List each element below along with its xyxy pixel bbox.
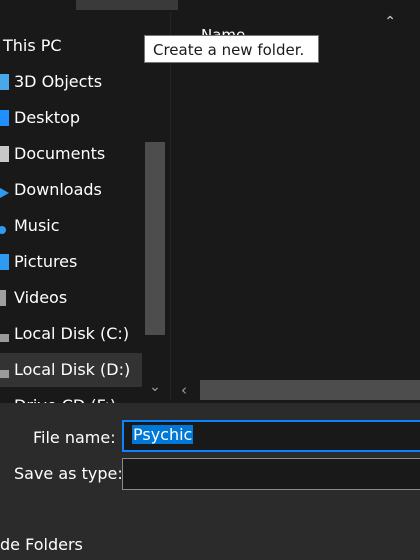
nav-item-local-disk-c[interactable]: Local Disk (C:) xyxy=(0,317,142,351)
file-list: Name ⌃ ‹ xyxy=(170,12,420,400)
download-arrow-icon xyxy=(0,182,9,198)
nav-item-downloads[interactable]: Downloads xyxy=(0,173,142,207)
nav-item-label: Videos xyxy=(14,288,68,307)
nav-scrollbar-thumb[interactable] xyxy=(145,142,165,335)
documents-icon xyxy=(0,146,9,162)
pictures-icon xyxy=(0,254,9,270)
chevron-up-icon: ⌃ xyxy=(384,14,396,30)
chevron-down-icon[interactable]: ⌄ xyxy=(148,380,162,394)
nav-item-videos[interactable]: Videos xyxy=(0,281,142,315)
nav-item-label: Music xyxy=(14,216,60,235)
horizontal-scrollbar[interactable]: ‹ xyxy=(171,380,420,400)
drive-icon xyxy=(0,370,9,378)
hide-folders-button[interactable]: de Folders xyxy=(0,535,83,554)
file-name-field[interactable]: Psychic xyxy=(122,420,420,452)
file-name-label: File name: xyxy=(33,428,116,447)
save-as-type-label: Save as type: xyxy=(14,464,123,483)
nav-item-label: Pictures xyxy=(14,252,78,271)
nav-item-music[interactable]: Music xyxy=(0,209,142,243)
nav-item-documents[interactable]: Documents xyxy=(0,137,142,171)
nav-item-label: Local Disk (C:) xyxy=(14,324,130,343)
nav-item-desktop[interactable]: Desktop xyxy=(0,101,142,135)
nav-item-pictures[interactable]: Pictures xyxy=(0,245,142,279)
nav-item-this-pc[interactable]: This PC xyxy=(0,29,142,63)
top-scrollbar-thumb[interactable] xyxy=(76,0,178,10)
save-as-type-select[interactable] xyxy=(122,458,420,490)
nav-scrollbar[interactable]: ⌄ xyxy=(144,12,166,400)
save-form: File name: Psychic Save as type: de Fold… xyxy=(0,403,420,560)
chevron-left-icon[interactable]: ‹ xyxy=(181,381,187,399)
nav-item-3d-objects[interactable]: 3D Objects xyxy=(0,65,142,99)
new-folder-tooltip: Create a new folder. xyxy=(144,35,319,63)
nav-item-label: 3D Objects xyxy=(14,72,103,91)
cube-icon xyxy=(0,74,9,90)
nav-item-label: This PC xyxy=(3,36,62,55)
nav-item-local-disk-d[interactable]: Local Disk (D:) xyxy=(0,353,142,387)
horizontal-scrollbar-thumb[interactable] xyxy=(200,380,420,400)
nav-item-label: Downloads xyxy=(14,180,102,199)
videos-icon xyxy=(0,290,6,306)
file-name-selected-text: Psychic xyxy=(132,425,194,444)
drive-icon xyxy=(0,334,9,342)
top-strip xyxy=(0,0,420,12)
nav-item-label: Local Disk (D:) xyxy=(14,360,131,379)
nav-item-label: Desktop xyxy=(14,108,80,127)
music-note-icon xyxy=(0,218,9,234)
desktop-icon xyxy=(0,110,9,126)
nav-item-label: Documents xyxy=(14,144,106,163)
